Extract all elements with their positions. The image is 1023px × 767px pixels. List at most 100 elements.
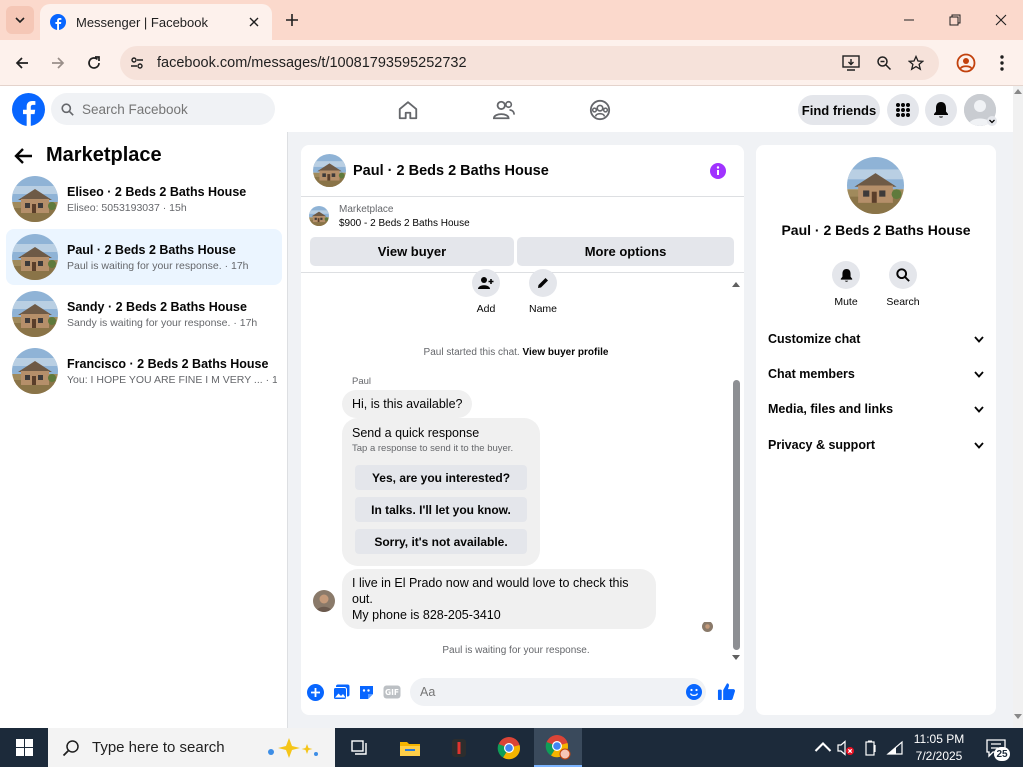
listing-summary[interactable]: Marketplace $900 - 2 Beds 2 Baths House	[309, 203, 470, 231]
view-buyer-profile-link[interactable]: View buyer profile	[523, 347, 609, 358]
scroll-down-icon[interactable]	[731, 654, 741, 662]
install-app-icon[interactable]	[842, 54, 860, 72]
friends-nav[interactable]	[490, 96, 518, 124]
menu-button[interactable]	[887, 94, 919, 126]
back-arrow-icon[interactable]	[14, 147, 34, 165]
home-nav[interactable]	[394, 96, 422, 124]
scroll-up-icon[interactable]	[731, 280, 741, 288]
minimize-icon	[904, 19, 914, 21]
file-explorer-button[interactable]	[386, 728, 434, 767]
name-action[interactable]: Name	[513, 269, 573, 315]
close-window-button[interactable]	[978, 0, 1023, 40]
add-action[interactable]: Add	[456, 269, 516, 315]
conversation-preview: You: I HOPE YOU ARE FINE I M VERY ... · …	[67, 373, 277, 386]
wifi-icon[interactable]	[886, 739, 904, 757]
listing-mini-thumbnail	[309, 206, 329, 226]
mute-label: Mute	[834, 296, 858, 308]
account-chevron-icon[interactable]	[987, 116, 997, 126]
more-options-button[interactable]: More options	[517, 237, 734, 266]
message-input-box[interactable]	[410, 678, 706, 706]
chrome-active-window-button[interactable]	[534, 728, 582, 767]
chat-members-section[interactable]: Chat members	[768, 364, 984, 384]
app-button[interactable]	[435, 728, 483, 767]
gif-icon[interactable]: GIF	[383, 683, 401, 701]
facebook-search-input[interactable]	[82, 101, 252, 117]
privacy-support-section[interactable]: Privacy & support	[768, 435, 984, 455]
info-icon[interactable]	[710, 163, 726, 179]
name-label: Name	[528, 303, 557, 315]
new-tab-button[interactable]	[280, 8, 304, 32]
conversation-preview: Paul is waiting for your response. · 17h	[67, 259, 249, 272]
section-label: Customize chat	[768, 332, 861, 346]
chat-started-text: Paul started this chat.	[423, 347, 520, 358]
profile-button[interactable]	[952, 49, 980, 77]
browser-menu-button[interactable]	[988, 49, 1016, 77]
quick-response-button[interactable]: Yes, are you interested?	[355, 465, 527, 490]
conversation-item[interactable]: Sandy · 2 Beds 2 Baths House Sandy is wa…	[6, 286, 282, 342]
facebook-logo-icon[interactable]	[12, 93, 45, 126]
minimize-button[interactable]	[886, 0, 932, 40]
sticker-icon[interactable]	[357, 683, 375, 701]
plus-circle-icon[interactable]	[306, 683, 324, 701]
listing-image[interactable]	[847, 157, 904, 214]
chevron-down-icon	[974, 335, 984, 343]
close-icon	[995, 14, 1007, 26]
sender-name: Paul	[352, 376, 372, 387]
tab-search-button[interactable]	[6, 6, 34, 34]
back-button[interactable]	[8, 49, 36, 77]
scroll-down-icon[interactable]	[1014, 714, 1022, 720]
photo-icon[interactable]	[332, 683, 350, 701]
pencil-icon	[529, 269, 557, 297]
bookmark-star-icon[interactable]	[907, 54, 925, 72]
site-settings-icon[interactable]	[128, 54, 146, 72]
close-tab-icon[interactable]	[246, 14, 262, 30]
chat-thumbnail[interactable]	[313, 154, 346, 187]
media-files-links-section[interactable]: Media, files and links	[768, 399, 984, 419]
like-icon[interactable]	[716, 681, 736, 701]
notification-center-icon[interactable]: 25	[984, 736, 1010, 761]
volume-muted-icon[interactable]	[837, 739, 855, 757]
emoji-icon[interactable]	[686, 684, 702, 700]
task-view-button[interactable]	[336, 728, 384, 767]
start-button[interactable]	[0, 728, 48, 767]
arrow-right-icon	[52, 57, 65, 69]
conversation-item-active[interactable]: Paul · 2 Beds 2 Baths House Paul is wait…	[6, 229, 282, 285]
system-clock[interactable]: 11:05 PM 7/2/2025	[910, 731, 968, 765]
notifications-button[interactable]	[925, 94, 957, 126]
svg-text:GIF: GIF	[385, 688, 399, 697]
chat-started-notice: Paul started this chat. View buyer profi…	[301, 347, 731, 358]
restore-button[interactable]	[932, 0, 978, 40]
mute-button[interactable]: Mute	[821, 261, 871, 308]
battery-icon[interactable]	[862, 739, 880, 757]
page-scrollbar[interactable]	[1013, 86, 1023, 728]
windows-logo-icon	[15, 739, 33, 756]
taskbar-search[interactable]: Type here to search	[48, 728, 335, 767]
address-bar[interactable]: facebook.com/messages/t/1008179359525273…	[120, 46, 939, 80]
forward-button[interactable]	[44, 49, 72, 77]
view-buyer-button[interactable]: View buyer	[310, 237, 514, 266]
listing-label: Marketplace	[339, 204, 394, 215]
conversation-item[interactable]: Francisco · 2 Beds 2 Baths House You: I …	[6, 343, 282, 399]
customize-chat-section[interactable]: Customize chat	[768, 329, 984, 349]
quick-response-title: Send a quick response	[352, 426, 480, 440]
sidebar-title: Marketplace	[46, 144, 162, 166]
groups-nav[interactable]	[586, 96, 614, 124]
listing-thumbnail	[12, 291, 58, 337]
search-conversation-button[interactable]: Search	[878, 261, 928, 308]
find-friends-button[interactable]: Find friends	[798, 95, 880, 125]
facebook-search[interactable]	[51, 93, 275, 125]
scroll-thumb[interactable]	[733, 380, 740, 650]
scroll-up-icon[interactable]	[1014, 88, 1022, 94]
chat-scrollbar[interactable]	[731, 280, 741, 662]
chrome-button[interactable]	[485, 728, 533, 767]
chat-title[interactable]: Paul · 2 Beds 2 Baths House	[353, 163, 549, 179]
message-input[interactable]	[420, 685, 670, 699]
zoom-icon[interactable]	[875, 54, 893, 72]
conversation-item[interactable]: Eliseo · 2 Beds 2 Baths House Eliseo: 50…	[6, 171, 282, 227]
chevron-up-icon[interactable]	[814, 739, 832, 757]
reload-button[interactable]	[80, 49, 108, 77]
sender-avatar[interactable]	[313, 590, 335, 612]
browser-tab[interactable]: Messenger | Facebook	[40, 4, 272, 40]
quick-response-button[interactable]: In talks. I'll let you know.	[355, 497, 527, 522]
quick-response-button[interactable]: Sorry, it's not available.	[355, 529, 527, 554]
